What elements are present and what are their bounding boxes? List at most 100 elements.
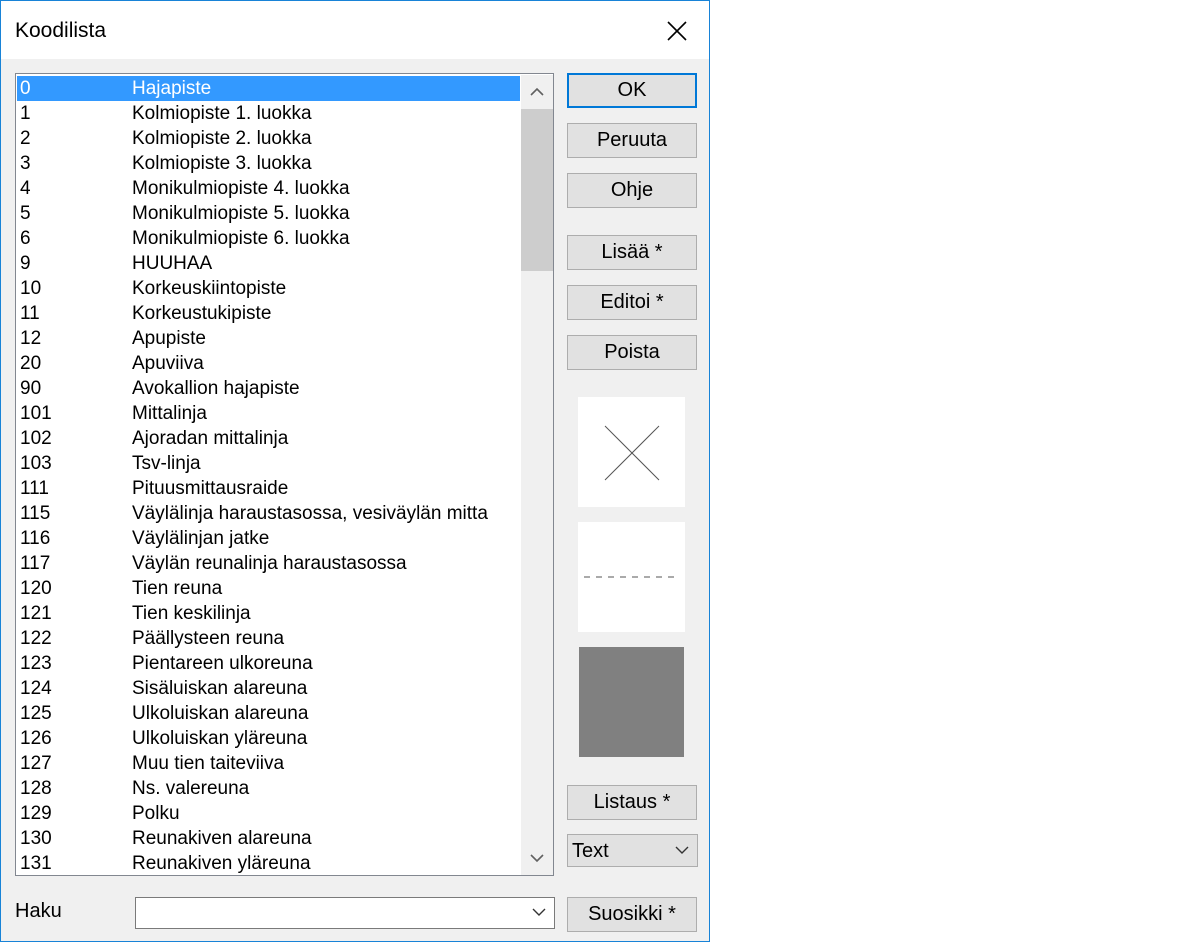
list-item[interactable]: 2 Kolmiopiste 2. luokka [17, 126, 520, 151]
list-item[interactable]: 9 HUUHAA [17, 251, 520, 276]
list-item-code: 9 [20, 253, 31, 274]
list-item-code: 10 [20, 278, 42, 299]
list-item-name: HUUHAA [132, 253, 213, 274]
list-item-name: Kolmiopiste 2. luokka [132, 128, 312, 149]
list-item[interactable]: 0 Hajapiste [17, 76, 520, 101]
list-item-name: Väylälinjan jatke [132, 528, 270, 549]
list-item[interactable]: 128 Ns. valereuna [17, 776, 520, 801]
list-item-name: Reunakiven alareuna [132, 828, 312, 849]
list-item-code: 129 [20, 803, 52, 824]
list-item[interactable]: 127 Muu tien taiteviiva [17, 751, 520, 776]
list-item-code: 3 [20, 153, 31, 174]
list-item[interactable]: 11 Korkeustukipiste [17, 301, 520, 326]
list-item-code: 0 [20, 78, 31, 99]
chevron-down-icon [675, 846, 689, 854]
search-input[interactable] [138, 900, 522, 928]
scroll-up-button[interactable] [521, 75, 553, 109]
list-item-name: Tien keskilinja [132, 603, 251, 624]
list-item-name: Tien reuna [132, 578, 223, 599]
list-item-code: 121 [20, 603, 52, 624]
list-item[interactable]: 129 Polku [17, 801, 520, 826]
list-item-code: 124 [20, 678, 52, 699]
list-item[interactable]: 3 Kolmiopiste 3. luokka [17, 151, 520, 176]
cross-symbol-icon [604, 425, 660, 481]
help-button[interactable]: Ohje [567, 173, 697, 208]
list-item-name: Hajapiste [132, 78, 212, 99]
list-item[interactable]: 111 Pituusmittausraide [17, 476, 520, 501]
list-item-name: Kolmiopiste 3. luokka [132, 153, 312, 174]
list-item-code: 5 [20, 203, 31, 224]
listing-button[interactable]: Listaus * [567, 785, 697, 820]
point-symbol-preview [578, 397, 685, 507]
add-button[interactable]: Lisää * [567, 235, 697, 270]
list-item[interactable]: 125 Ulkoluiskan alareuna [17, 701, 520, 726]
list-item-name: Monikulmiopiste 4. luokka [132, 178, 350, 199]
list-item-code: 127 [20, 753, 52, 774]
close-button[interactable] [656, 13, 698, 49]
list-item-name: Monikulmiopiste 5. luokka [132, 203, 350, 224]
list-item[interactable]: 6 Monikulmiopiste 6. luokka [17, 226, 520, 251]
scroll-down-button[interactable] [521, 841, 553, 875]
code-list-dialog: Koodilista 0 Hajapiste 1 Kolmiopiste 1. luo… [0, 0, 710, 942]
cancel-button[interactable]: Peruuta [567, 123, 697, 158]
list-item-code: 115 [20, 503, 51, 524]
list-item[interactable]: 115 Väylälinja haraustasossa, vesiväylän … [17, 501, 520, 526]
list-item[interactable]: 121 Tien keskilinja [17, 601, 520, 626]
list-scrollbar[interactable] [521, 75, 553, 875]
list-item[interactable]: 130 Reunakiven alareuna [17, 826, 520, 851]
list-item-code: 116 [20, 528, 51, 549]
list-item-code: 101 [20, 403, 52, 424]
list-item[interactable]: 126 Ulkoluiskan yläreuna [17, 726, 520, 751]
list-item[interactable]: 20 Apuviiva [17, 351, 520, 376]
list-item[interactable]: 103 Tsv-linja [17, 451, 520, 476]
list-item-code: 12 [20, 328, 42, 349]
close-icon [667, 21, 687, 41]
list-item[interactable]: 120 Tien reuna [17, 576, 520, 601]
list-item-code: 123 [20, 653, 52, 674]
list-item[interactable]: 131 Reunakiven yläreuna [17, 851, 520, 875]
list-item[interactable]: 116 Väylälinjan jatke [17, 526, 520, 551]
favorite-button[interactable]: Suosikki * [567, 897, 697, 932]
format-select-value: Text [572, 840, 609, 862]
list-item-code: 117 [20, 553, 51, 574]
list-item-name: Kolmiopiste 1. luokka [132, 103, 312, 124]
ok-button[interactable]: OK [567, 73, 697, 108]
list-item-code: 1 [20, 103, 31, 124]
list-item[interactable]: 117 Väylän reunalinja haraustasossa [17, 551, 520, 576]
list-item-name: Ulkoluiskan yläreuna [132, 728, 308, 749]
list-item[interactable]: 102 Ajoradan mittalinja [17, 426, 520, 451]
list-item[interactable]: 12 Apupiste [17, 326, 520, 351]
line-style-preview [578, 522, 685, 632]
list-item[interactable]: 123 Pientareen ulkoreuna [17, 651, 520, 676]
list-item-name: Väylälinja haraustasossa, vesiväylän mit… [132, 503, 488, 524]
list-item-code: 111 [20, 478, 49, 499]
list-item[interactable]: 90 Avokallion hajapiste [17, 376, 520, 401]
list-item-code: 120 [20, 578, 52, 599]
scroll-thumb[interactable] [521, 109, 553, 271]
list-item-name: Mittalinja [132, 403, 207, 424]
list-item-name: Sisäluiskan alareuna [132, 678, 308, 699]
list-item-code: 103 [20, 453, 52, 474]
title-bar: Koodilista [1, 1, 709, 59]
list-item-name: Reunakiven yläreuna [132, 853, 311, 874]
list-item-code: 128 [20, 778, 52, 799]
list-item-code: 122 [20, 628, 52, 649]
list-item[interactable]: 1 Kolmiopiste 1. luokka [17, 101, 520, 126]
list-item-name: Pientareen ulkoreuna [132, 653, 313, 674]
list-item[interactable]: 101 Mittalinja [17, 401, 520, 426]
chevron-down-icon[interactable] [532, 907, 546, 917]
list-item[interactable]: 124 Sisäluiskan alareuna [17, 676, 520, 701]
list-item[interactable]: 122 Päällysteen reuna [17, 626, 520, 651]
list-item-code: 90 [20, 378, 42, 399]
list-item[interactable]: 4 Monikulmiopiste 4. luokka [17, 176, 520, 201]
list-item[interactable]: 5 Monikulmiopiste 5. luokka [17, 201, 520, 226]
list-item-code: 4 [20, 178, 31, 199]
list-item-name: Päällysteen reuna [132, 628, 285, 649]
search-combobox[interactable] [135, 897, 555, 929]
code-listbox[interactable]: 0 Hajapiste 1 Kolmiopiste 1. luokka 2 Kolmiop… [15, 73, 554, 876]
list-item-code: 125 [20, 703, 52, 724]
format-select[interactable]: Text [567, 834, 698, 867]
list-item[interactable]: 10 Korkeuskiintopiste [17, 276, 520, 301]
delete-button[interactable]: Poista [567, 335, 697, 370]
edit-button[interactable]: Editoi * [567, 285, 697, 320]
